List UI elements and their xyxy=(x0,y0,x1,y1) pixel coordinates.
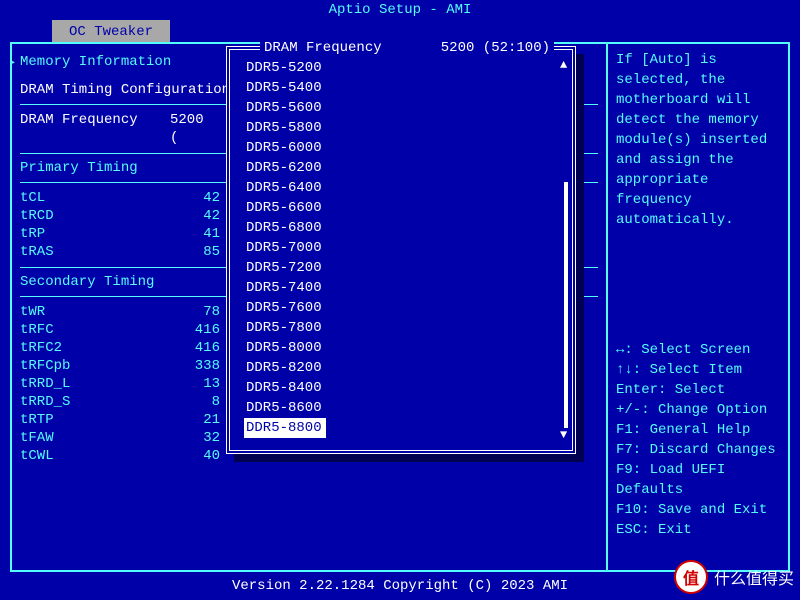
timing-value: 40 xyxy=(170,447,220,465)
popup-option[interactable]: DDR5-8800 xyxy=(244,418,326,438)
legend-line: F9: Load UEFI Defaults xyxy=(616,460,780,500)
timing-label: tCWL xyxy=(20,447,170,465)
timing-value: 338 xyxy=(170,357,220,375)
timing-value: 416 xyxy=(170,339,220,357)
timing-value: 42 xyxy=(170,207,220,225)
popup-option[interactable]: DDR5-8400 xyxy=(244,378,562,398)
app-title: Aptio Setup - AMI xyxy=(0,0,800,20)
timing-value: 78 xyxy=(170,303,220,321)
timing-value: 85 xyxy=(170,243,220,261)
legend-line: ↔: Select Screen xyxy=(616,340,780,360)
popup-option[interactable]: DDR5-7400 xyxy=(244,278,562,298)
help-pane: If [Auto] is selected, the motherboard w… xyxy=(608,44,788,570)
watermark: 值 什么值得买 xyxy=(674,560,794,594)
timing-value: 32 xyxy=(170,429,220,447)
watermark-badge-icon: 值 xyxy=(674,560,708,594)
legend-line: Enter: Select xyxy=(616,380,780,400)
timing-value: 8 xyxy=(170,393,220,411)
legend-line: F1: General Help xyxy=(616,420,780,440)
timing-label: tRRD_S xyxy=(20,393,170,411)
timing-value: 41 xyxy=(170,225,220,243)
timing-label: tRP xyxy=(20,225,170,243)
scroll-down-icon[interactable]: ▼ xyxy=(560,428,567,442)
timing-label: tRRD_L xyxy=(20,375,170,393)
scrollbar[interactable]: ▲ ▼ xyxy=(562,62,568,438)
popup-option[interactable]: DDR5-8000 xyxy=(244,338,562,358)
timing-value: 13 xyxy=(170,375,220,393)
timing-label: tRCD xyxy=(20,207,170,225)
chevron-right-icon: ▸ xyxy=(12,54,16,71)
legend-line: F7: Discard Changes xyxy=(616,440,780,460)
timing-label: tFAW xyxy=(20,429,170,447)
popup-current-value: 5200 (52:100) xyxy=(441,40,550,56)
popup-option[interactable]: DDR5-6600 xyxy=(244,198,562,218)
legend-line: ESC: Exit xyxy=(616,520,780,540)
tab-oc-tweaker[interactable]: OC Tweaker xyxy=(52,20,170,42)
popup-option[interactable]: DDR5-5400 xyxy=(244,78,562,98)
tab-strip: OC Tweaker xyxy=(0,20,800,42)
popup-option[interactable]: DDR5-7800 xyxy=(244,318,562,338)
dram-frequency-value: 5200 ( xyxy=(170,111,220,147)
timing-label: tRFC xyxy=(20,321,170,339)
popup-option[interactable]: DDR5-7200 xyxy=(244,258,562,278)
legend-line: +/-: Change Option xyxy=(616,400,780,420)
popup-title: DRAM Frequency xyxy=(264,40,382,56)
scroll-thumb[interactable] xyxy=(564,182,568,428)
popup-option[interactable]: DDR5-6000 xyxy=(244,138,562,158)
timing-label: tRTP xyxy=(20,411,170,429)
popup-option[interactable]: DDR5-8600 xyxy=(244,398,562,418)
popup-option[interactable]: DDR5-5800 xyxy=(244,118,562,138)
popup-option-list[interactable]: DDR5-5200DDR5-5400DDR5-5600DDR5-5800DDR5… xyxy=(244,58,562,438)
legend-line: ↑↓: Select Item xyxy=(616,360,780,380)
popup-option[interactable]: DDR5-5200 xyxy=(244,58,562,78)
timing-label: tRFCpb xyxy=(20,357,170,375)
timing-label: tRAS xyxy=(20,243,170,261)
timing-label: tRFC2 xyxy=(20,339,170,357)
popup-option[interactable]: DDR5-6200 xyxy=(244,158,562,178)
timing-value: 21 xyxy=(170,411,220,429)
timing-value: 42 xyxy=(170,189,220,207)
dram-frequency-popup[interactable]: DRAM Frequency 5200 (52:100) DDR5-5200DD… xyxy=(226,46,576,454)
popup-header: DRAM Frequency 5200 (52:100) xyxy=(260,40,554,56)
popup-option[interactable]: DDR5-7600 xyxy=(244,298,562,318)
help-text: If [Auto] is selected, the motherboard w… xyxy=(616,50,780,230)
timing-value: 416 xyxy=(170,321,220,339)
watermark-text: 什么值得买 xyxy=(714,565,794,589)
timing-label: tCL xyxy=(20,189,170,207)
popup-option[interactable]: DDR5-6800 xyxy=(244,218,562,238)
popup-option[interactable]: DDR5-7000 xyxy=(244,238,562,258)
popup-option[interactable]: DDR5-8200 xyxy=(244,358,562,378)
popup-option[interactable]: DDR5-5600 xyxy=(244,98,562,118)
scroll-up-icon[interactable]: ▲ xyxy=(560,58,567,72)
popup-option[interactable]: DDR5-6400 xyxy=(244,178,562,198)
key-legend: ↔: Select Screen↑↓: Select ItemEnter: Se… xyxy=(616,340,780,540)
timing-label: tWR xyxy=(20,303,170,321)
dram-frequency-label: DRAM Frequency xyxy=(20,111,170,147)
legend-line: F10: Save and Exit xyxy=(616,500,780,520)
